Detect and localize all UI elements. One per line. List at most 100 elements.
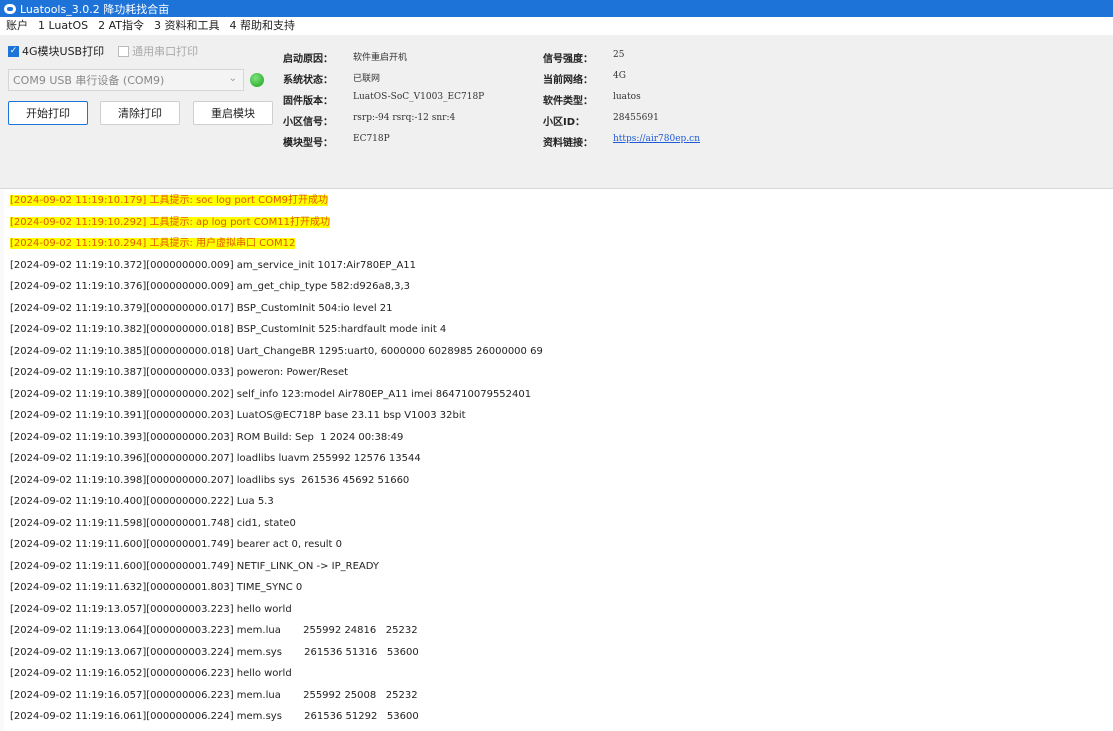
log-line-text: [2024-09-02 11:19:16.052][000000006.223]… [10,668,292,679]
info-signal-strength: 信号强度： 25 [543,50,624,65]
start-print-button[interactable]: 开始打印 [8,101,88,125]
log-line-text: [2024-09-02 11:19:11.600][000000001.749]… [10,560,379,572]
log-line-text: [2024-09-02 11:19:10.379][000000000.017]… [10,302,393,314]
log-line-text: [2024-09-02 11:19:10.396][000000000.207]… [10,453,421,464]
restart-module-button[interactable]: 重启模块 [193,101,273,125]
serial-print-checkbox[interactable] [118,45,130,57]
chevron-down-icon: ⌄ [228,73,237,84]
log-line: [2024-09-02 11:19:10.292] 工具提示: ap log p… [0,212,1113,234]
log-line-text: [2024-09-02 11:19:10.393][000000000.203]… [10,431,404,443]
info-boot-reason: 启动原因： 软件重启开机 [283,50,407,65]
log-line-text: [2024-09-02 11:19:13.064][000000003.223]… [10,625,418,636]
log-line-text: [2024-09-02 11:19:10.398][000000000.207]… [10,474,410,486]
info-value: 25 [613,50,625,60]
connection-status-led-icon [250,73,264,87]
menu-account[interactable]: 账户 [6,17,28,33]
info-value: 28455691 [613,113,659,123]
log-line: [2024-09-02 11:19:10.387][000000000.033]… [0,362,1113,384]
usb-print-label: 4G模块USB打印 [22,45,105,58]
info-label: 资料链接： [543,138,593,149]
info-value: 已联网 [353,74,381,84]
port-select-value: COM9 USB 串行设备 (COM9) [13,74,165,87]
log-line-text: [2024-09-02 11:19:10.385][000000000.018]… [10,345,543,357]
info-firmware: 固件版本： LuatOS-SoC_V1003_EC718P [283,92,484,107]
log-line-text: [2024-09-02 11:19:10.391][000000000.203]… [10,410,466,421]
log-line-text: [2024-09-02 11:19:10.376][000000000.009]… [10,281,411,292]
log-line: [2024-09-02 11:19:13.067][000000003.224]… [0,642,1113,664]
info-label: 小区ID： [543,117,586,128]
log-line: [2024-09-02 11:19:10.389][000000000.202]… [0,384,1113,406]
log-line: [2024-09-02 11:19:10.396][000000000.207]… [0,448,1113,470]
log-line: [2024-09-02 11:19:10.294] 工具提示: 用户虚拟串口 C… [0,233,1113,255]
info-label: 信号强度： [543,54,593,65]
log-line-text: [2024-09-02 11:19:11.598][000000001.748]… [10,517,296,529]
info-cell-id: 小区ID： 28455691 [543,113,659,128]
log-line: [2024-09-02 11:19:10.376][000000000.009]… [0,276,1113,298]
log-line: [2024-09-02 11:19:10.385][000000000.018]… [0,341,1113,363]
info-label: 固件版本： [283,96,333,107]
log-line-text: [2024-09-02 11:19:11.632][000000001.803]… [10,582,303,593]
info-value: luatos [613,92,641,102]
log-line-text: [2024-09-02 11:19:10.292] 工具提示: ap log p… [10,216,330,228]
log-line-text: [2024-09-02 11:19:16.061][000000006.224]… [10,711,419,722]
title-bar: Luatools_3.0.2 降功耗找合亩 [0,0,1113,17]
info-module-model: 模块型号： EC718P [283,134,390,149]
log-line-text: [2024-09-02 11:19:10.400][000000000.222]… [10,496,274,507]
menu-luatos[interactable]: 1 LuatOS [38,19,88,32]
log-line: [2024-09-02 11:19:16.057][000000006.223]… [0,685,1113,707]
control-panel: ✓ 4G模块USB打印 通用串口打印 COM9 USB 串行设备 (COM9) … [0,35,1113,189]
menu-bar: 账户 1 LuatOS 2 AT指令 3 资料和工具 4 帮助和支持 [0,17,1113,33]
usb-print-checkbox[interactable]: ✓ [8,45,19,57]
log-line: [2024-09-02 11:19:11.600][000000001.749]… [0,534,1113,556]
clear-print-button[interactable]: 清除打印 [100,101,180,125]
info-value: 4G [613,71,626,81]
log-line-text: [2024-09-02 11:19:13.067][000000003.224]… [10,646,419,658]
log-line: [2024-09-02 11:19:10.382][000000000.018]… [0,319,1113,341]
menu-at-commands[interactable]: 2 AT指令 [98,17,144,33]
info-cell-signal: 小区信号： rsrp:-94 rsrq:-12 snr:4 [283,113,455,128]
log-line: [2024-09-02 11:19:16.061][000000006.224]… [0,706,1113,728]
log-line-text: [2024-09-02 11:19:10.382][000000000.018]… [10,324,447,335]
resource-link[interactable]: https://air780ep.cn [613,134,700,149]
log-line: [2024-09-02 11:19:10.400][000000000.222]… [0,491,1113,513]
log-line-text: [2024-09-02 11:19:10.372][000000000.009]… [10,259,417,271]
window-title: Luatools_3.0.2 降功耗找合亩 [20,2,170,16]
log-line: [2024-09-02 11:19:16.052][000000006.223]… [0,663,1113,685]
log-line-text: [2024-09-02 11:19:16.057][000000006.223]… [10,689,418,701]
info-software-type: 软件类型： luatos [543,92,641,107]
info-label: 模块型号： [283,138,333,149]
log-output[interactable]: [2024-09-02 11:19:10.179] 工具提示: soc log … [0,190,1113,731]
log-line: [2024-09-02 11:19:11.632][000000001.803]… [0,577,1113,599]
log-line-text: [2024-09-02 11:19:10.389][000000000.202]… [10,388,532,400]
info-label: 系统状态： [283,75,333,86]
info-current-network: 当前网络： 4G [543,71,626,86]
info-value: rsrp:-94 rsrq:-12 snr:4 [353,113,456,123]
serial-print-label: 通用串口打印 [132,45,199,58]
log-line: [2024-09-02 11:19:10.372][000000000.009]… [0,255,1113,277]
info-system-status: 系统状态： 已联网 [283,71,380,86]
menu-help-support[interactable]: 4 帮助和支持 [230,17,296,33]
info-label: 小区信号： [283,117,333,128]
log-line-text: [2024-09-02 11:19:13.057][000000003.223]… [10,603,292,615]
menu-resources-tools[interactable]: 3 资料和工具 [154,17,220,33]
port-select[interactable]: COM9 USB 串行设备 (COM9) ⌄ [8,69,244,91]
info-resource-link: 资料链接： https://air780ep.cn [543,134,700,149]
info-value: 软件重启开机 [353,53,408,63]
info-value: EC718P [353,134,390,144]
log-line-text: [2024-09-02 11:19:11.600][000000001.749]… [10,539,343,550]
app-logo-icon [4,3,16,14]
info-label: 启动原因： [283,54,333,65]
log-line: [2024-09-02 11:19:10.379][000000000.017]… [0,298,1113,320]
log-line: [2024-09-02 11:19:11.600][000000001.749]… [0,556,1113,578]
log-line: [2024-09-02 11:19:10.393][000000000.203]… [0,427,1113,449]
log-line: [2024-09-02 11:19:10.391][000000000.203]… [0,405,1113,427]
info-label: 当前网络： [543,75,593,86]
log-line: [2024-09-02 11:19:10.398][000000000.207]… [0,470,1113,492]
log-line-text: [2024-09-02 11:19:10.387][000000000.033]… [10,367,349,378]
log-line: [2024-09-02 11:19:13.064][000000003.223]… [0,620,1113,642]
log-line: [2024-09-02 11:19:13.057][000000003.223]… [0,599,1113,621]
info-value: LuatOS-SoC_V1003_EC718P [353,92,485,102]
log-line-text: [2024-09-02 11:19:10.294] 工具提示: 用户虚拟串口 C… [10,238,296,249]
log-line-text: [2024-09-02 11:19:10.179] 工具提示: soc log … [10,195,328,206]
print-options: ✓ 4G模块USB打印 通用串口打印 [8,43,212,59]
